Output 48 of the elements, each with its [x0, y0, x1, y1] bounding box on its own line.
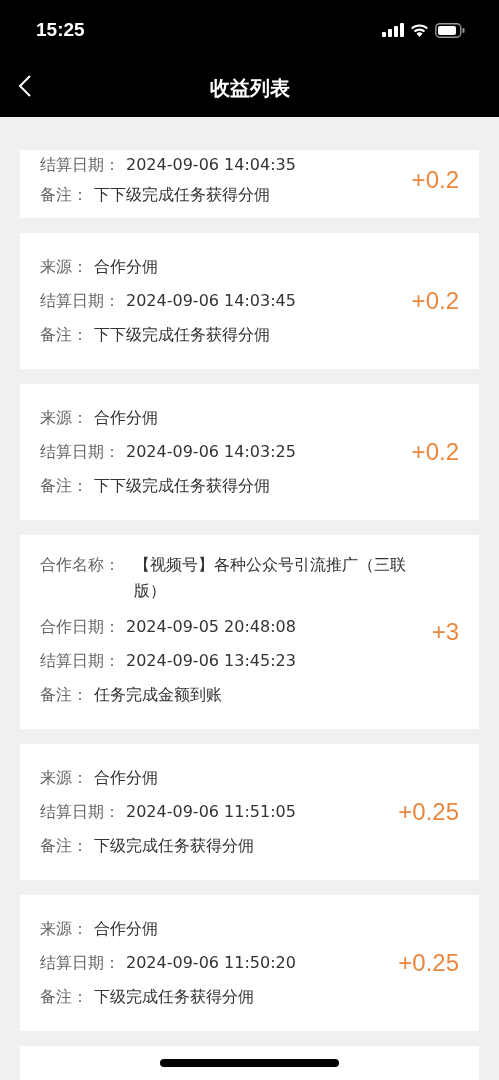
field-value: 2024-09-06 11:50:20 [126, 952, 296, 974]
field-value: 合作分佣 [94, 407, 158, 429]
field-label: 结算日期： [40, 441, 120, 463]
field-label: 来源： [40, 407, 88, 429]
field-label: 结算日期： [40, 801, 120, 823]
field-label: 合作名称： [40, 554, 120, 576]
field-label: 备注： [40, 184, 88, 206]
page-title: 收益列表 [209, 75, 290, 102]
income-amount: +0.25 [398, 798, 459, 826]
field-value: 合作分佣 [94, 918, 158, 940]
field-value: 下下级完成任务获得分佣 [94, 475, 270, 497]
field-value: 合作分佣 [94, 767, 158, 789]
status-time: 15:25 [36, 19, 85, 41]
field-value: 2024-09-06 14:03:25 [126, 441, 296, 463]
field-label: 备注： [40, 986, 88, 1008]
battery-icon [435, 22, 465, 38]
signal-icon [382, 23, 404, 37]
field-value: 【视频号】各种公众号引流推广（三联版） [134, 554, 407, 602]
field-label: 备注： [40, 684, 88, 706]
field-value: 2024-09-05 20:48:08 [126, 616, 296, 638]
income-amount: +0.25 [398, 949, 459, 977]
field-value: 下级完成任务获得分佣 [94, 986, 254, 1008]
field-value: 下下级完成任务获得分佣 [94, 184, 270, 206]
field-label: 备注： [40, 324, 88, 346]
field-label: 备注： [40, 475, 88, 497]
wifi-icon [410, 23, 429, 37]
field-label: 结算日期： [40, 952, 120, 974]
field-value: 2024-09-06 13:45:23 [126, 650, 296, 672]
field-value: 下下级完成任务获得分佣 [94, 324, 270, 346]
field-label: 备注： [40, 835, 88, 857]
field-label: 结算日期： [40, 154, 120, 176]
field-label: 结算日期： [40, 650, 120, 672]
field-label: 来源： [40, 918, 88, 940]
field-label: 来源： [40, 256, 88, 278]
field-value: 2024-09-06 14:04:35 [126, 154, 296, 176]
field-label: 来源： [40, 767, 88, 789]
income-amount: +3 [431, 618, 459, 646]
field-value: 任务完成金额到账 [94, 684, 222, 706]
field-value: 2024-09-06 11:51:05 [126, 801, 296, 823]
field-value: 2024-09-06 14:03:45 [126, 290, 296, 312]
income-amount: +0.2 [411, 287, 459, 315]
income-amount: +0.2 [411, 166, 459, 194]
field-label: 结算日期： [40, 290, 120, 312]
field-value: 下级完成任务获得分佣 [94, 835, 254, 857]
income-amount: +0.2 [411, 438, 459, 466]
field-value: 合作分佣 [94, 256, 158, 278]
field-label: 合作日期： [40, 616, 120, 638]
back-icon[interactable] [18, 74, 32, 98]
